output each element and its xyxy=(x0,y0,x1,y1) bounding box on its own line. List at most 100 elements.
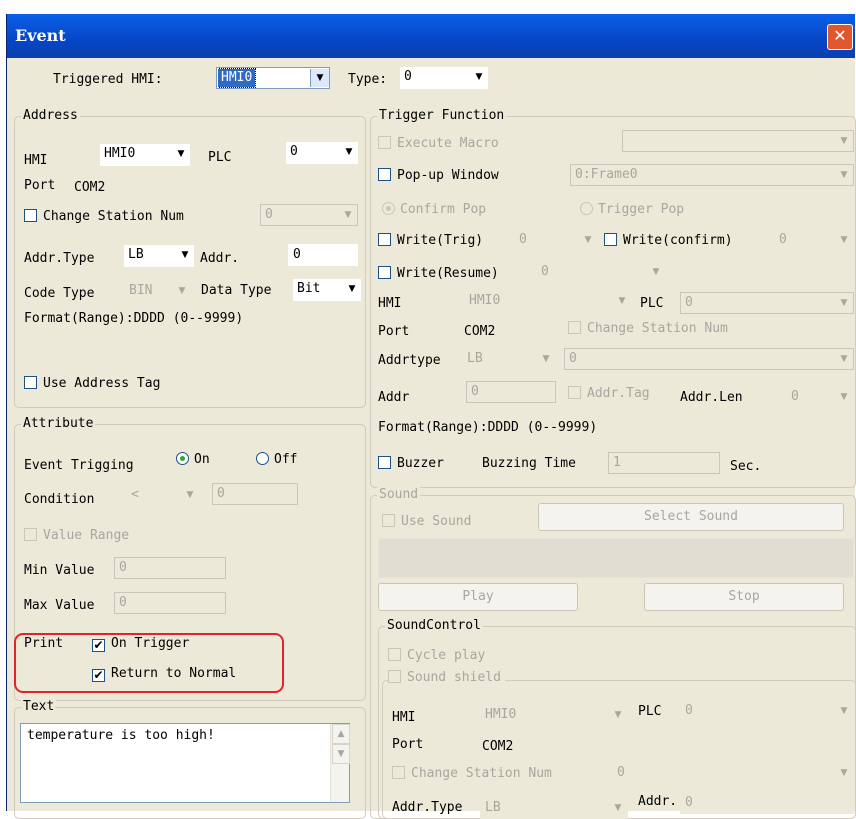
chevron-down-icon: ▼ xyxy=(840,392,848,402)
code-type-select[interactable]: BIN ▼ xyxy=(124,280,192,302)
triggered-hmi-label: Triggered HMI: xyxy=(53,72,163,87)
checkbox-box xyxy=(378,266,391,279)
code-type-label: Code Type xyxy=(24,286,95,301)
condition-operator-select[interactable]: < ▼ xyxy=(126,484,200,506)
off-radio[interactable]: Off xyxy=(256,452,297,467)
sound-addr-type-select[interactable]: LB ▼ xyxy=(480,797,628,819)
on-radio[interactable]: On xyxy=(176,452,210,467)
buzzer-checkbox[interactable]: Buzzer xyxy=(378,456,444,471)
execute-macro-checkbox[interactable]: Execute Macro xyxy=(378,136,499,151)
trigger-change-station-checkbox[interactable]: Change Station Num xyxy=(568,321,728,336)
change-station-checkbox[interactable]: Change Station Num xyxy=(24,209,184,224)
chevron-down-icon: ▼ xyxy=(840,298,848,308)
popup-window-checkbox[interactable]: Pop-up Window xyxy=(378,168,499,183)
chevron-down-icon: ▼ xyxy=(840,235,848,245)
address-hmi-select[interactable]: HMI0 ▼ xyxy=(100,144,190,166)
data-type-value: Bit xyxy=(297,281,321,296)
trigger-addrtype-value-2: 0 xyxy=(569,351,577,366)
write-trig-select[interactable]: 0 ▼ xyxy=(514,229,598,251)
popup-window-value: 0:Frame0 xyxy=(575,167,638,182)
sound-plc-select[interactable]: 0 ▼ xyxy=(680,700,854,722)
trigger-addrtype-select[interactable]: LB ▼ xyxy=(462,348,556,370)
trigger-hmi-select[interactable]: HMI0 ▼ xyxy=(464,290,632,312)
address-plc-select[interactable]: 0 ▼ xyxy=(286,142,358,164)
buzzer-label: Buzzer xyxy=(397,456,444,471)
use-address-tag-checkbox[interactable]: Use Address Tag xyxy=(24,376,160,391)
address-hmi-label: HMI xyxy=(24,153,48,168)
window-title: Event xyxy=(15,26,66,45)
sound-port-value: COM2 xyxy=(482,739,514,754)
chevron-down-icon: ▼ xyxy=(344,210,352,220)
event-text-input[interactable]: temperature is too high! ▲ ▼ xyxy=(20,723,350,803)
select-sound-button[interactable]: Select Sound xyxy=(538,503,844,531)
write-resume-label: Write(Resume) xyxy=(397,266,499,281)
sound-port-label: Port xyxy=(392,737,424,752)
max-value-input[interactable]: 0 xyxy=(114,592,226,614)
write-confirm-select[interactable]: 0 ▼ xyxy=(774,229,854,251)
play-button[interactable]: Play xyxy=(378,583,578,611)
chevron-down-icon: ▼ xyxy=(178,286,186,296)
trigger-plc-select[interactable]: 0 ▼ xyxy=(680,292,854,314)
address-plc-value: 0 xyxy=(290,144,298,159)
address-group-title: Address xyxy=(21,108,80,124)
close-button[interactable]: ✕ xyxy=(827,24,853,50)
sound-hmi-select[interactable]: HMI0 ▼ xyxy=(480,704,628,726)
min-value-input[interactable]: 0 xyxy=(114,557,226,579)
checkbox-box xyxy=(388,648,401,661)
scroll-down-icon[interactable]: ▼ xyxy=(332,744,350,764)
write-trig-label: Write(Trig) xyxy=(397,233,484,248)
chevron-down-icon: ▼ xyxy=(310,69,329,87)
addr-label: Addr. xyxy=(200,251,240,266)
checkbox-box xyxy=(568,321,581,334)
checkbox-box xyxy=(378,233,391,246)
value-range-label: Value Range xyxy=(43,528,130,543)
text-scrollbar[interactable]: ▲ ▼ xyxy=(330,724,350,802)
sound-hmi-value: HMI0 xyxy=(485,707,517,722)
sound-file-display xyxy=(378,538,854,578)
address-port-value: COM2 xyxy=(74,180,106,195)
cycle-play-checkbox[interactable]: Cycle play xyxy=(388,648,485,663)
address-format-text: Format(Range):DDDD (0--9999) xyxy=(24,311,244,326)
addr-len-label: Addr.Len xyxy=(680,390,743,405)
chevron-down-icon: ▼ xyxy=(840,170,848,180)
popup-window-select[interactable]: 0:Frame0 ▼ xyxy=(570,164,854,186)
trigger-pop-radio[interactable]: Trigger Pop xyxy=(580,202,684,217)
write-confirm-checkbox[interactable]: Write(confirm) xyxy=(604,233,733,248)
confirm-pop-label: Confirm Pop xyxy=(400,202,487,217)
sound-shield-checkbox[interactable]: Sound shield xyxy=(388,670,505,685)
execute-macro-select[interactable]: ▼ xyxy=(622,130,854,152)
triggered-hmi-select[interactable]: HMI0 ▼ xyxy=(216,67,330,89)
checkbox-box xyxy=(568,386,581,399)
on-radio-label: On xyxy=(194,452,210,467)
trigger-addrtype-select-2[interactable]: 0 ▼ xyxy=(564,348,854,370)
addr-len-select[interactable]: 0 ▼ xyxy=(786,386,854,408)
data-type-select[interactable]: Bit ▼ xyxy=(293,279,361,301)
stop-button[interactable]: Stop xyxy=(644,583,844,611)
sound-addr-label: Addr. xyxy=(638,794,678,809)
address-station-select[interactable]: 0 ▼ xyxy=(260,204,358,226)
write-resume-select[interactable]: 0 ▼ xyxy=(536,261,666,283)
condition-operator-value: < xyxy=(131,487,139,502)
trigger-function-title: Trigger Function xyxy=(377,108,507,124)
radio-dot xyxy=(580,202,593,215)
addr-tag-checkbox[interactable]: Addr.Tag xyxy=(568,386,650,401)
trigger-plc-label: PLC xyxy=(640,296,664,311)
sound-station-select[interactable]: 0 ▼ xyxy=(612,762,854,784)
addr-type-select[interactable]: LB ▼ xyxy=(124,245,194,267)
sec-label: Sec. xyxy=(730,459,762,474)
execute-macro-label: Execute Macro xyxy=(397,136,499,151)
value-range-checkbox[interactable]: Value Range xyxy=(24,528,129,543)
write-trig-checkbox[interactable]: Write(Trig) xyxy=(378,233,483,248)
condition-value-input[interactable]: 0 xyxy=(212,483,298,505)
scroll-up-icon[interactable]: ▲ xyxy=(332,724,350,744)
trigger-addrtype-value: LB xyxy=(467,351,483,366)
sound-change-station-checkbox[interactable]: Change Station Num xyxy=(392,766,552,781)
confirm-pop-radio[interactable]: Confirm Pop xyxy=(382,202,486,217)
chevron-down-icon: ▼ xyxy=(348,284,356,294)
type-select[interactable]: 0 ▼ xyxy=(400,67,488,89)
addr-input[interactable]: 0 xyxy=(288,244,358,266)
write-resume-checkbox[interactable]: Write(Resume) xyxy=(378,266,499,281)
trigger-addr-input[interactable]: 0 xyxy=(466,381,556,403)
buzzing-time-input[interactable]: 1 xyxy=(608,452,720,474)
use-sound-checkbox[interactable]: Use Sound xyxy=(382,514,471,529)
